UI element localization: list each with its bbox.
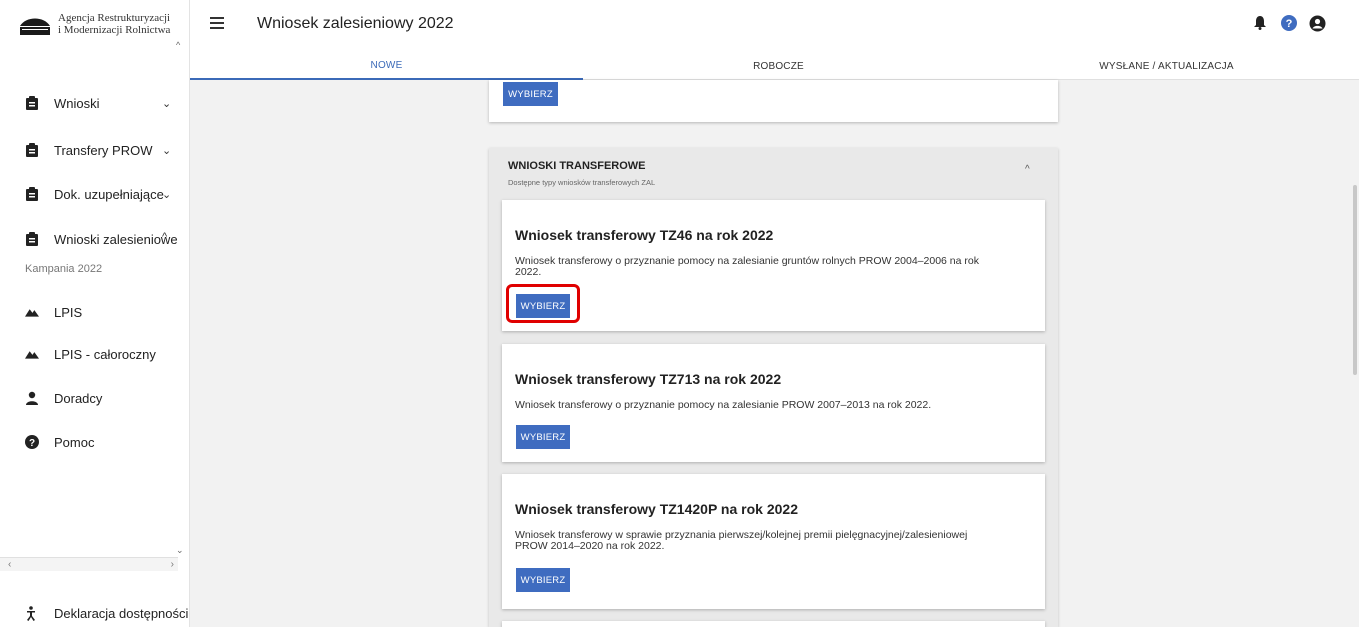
tab-robocze[interactable]: ROBOCZE xyxy=(583,52,974,80)
chevron-down-icon: ⌄ xyxy=(162,97,172,110)
card-description: Wniosek transferowy o przyznanie pomocy … xyxy=(515,256,1025,278)
sidebar-horizontal-scrollbar[interactable]: ‹ › xyxy=(0,557,178,571)
sidebar-item-label: LPIS xyxy=(54,304,83,320)
logo-line-1: Agencja Restrukturyzacji xyxy=(58,12,171,24)
card-tz713: Wniosek transferowy TZ713 na rok 2022 Wn… xyxy=(502,344,1045,462)
mountain-icon xyxy=(25,346,39,362)
main-scrollbar-thumb[interactable] xyxy=(1353,185,1357,375)
arimr-logo[interactable]: Agencja Restrukturyzacji i Modernizacji … xyxy=(18,12,170,36)
sidebar-scroll-down-icon[interactable]: ⌄ xyxy=(176,545,184,556)
svg-text:?: ? xyxy=(29,438,35,449)
clipboard-icon xyxy=(25,95,39,111)
sidebar-item-wnioski[interactable]: Wnioski ⌄ xyxy=(25,93,171,113)
logo-line-2: i Modernizacji Rolnictwa xyxy=(58,24,171,36)
sidebar-item-deklaracja-dostepnosci[interactable]: Deklaracja dostępności xyxy=(25,606,188,621)
card-title: Wniosek transferowy TZ46 na rok 2022 xyxy=(515,227,774,243)
previous-card: WYBIERZ xyxy=(489,80,1058,122)
help-circle-icon[interactable]: ? xyxy=(1280,14,1298,32)
sidebar-item-pomoc[interactable]: ? Pomoc xyxy=(25,432,94,452)
person-icon xyxy=(25,390,39,406)
clipboard-icon xyxy=(25,231,39,247)
tab-nowe[interactable]: NOWE xyxy=(190,52,583,80)
sidebar-item-label: Wnioski xyxy=(54,95,100,111)
card-description: Wniosek transferowy w sprawie przyznania… xyxy=(515,530,1025,552)
card-description-line-2: 2022. xyxy=(515,266,542,278)
footer-label: Deklaracja dostępności xyxy=(54,606,189,621)
sidebar-item-label: Doradcy xyxy=(54,390,103,406)
clipboard-icon xyxy=(25,186,39,202)
sidebar-item-lpis-caloroczny[interactable]: LPIS - całoroczny xyxy=(25,344,156,364)
sidebar-item-label: Pomoc xyxy=(54,434,95,450)
menu-icon[interactable] xyxy=(210,17,224,29)
wnioski-transferowe-panel: WNIOSKI TRANSFEROWE Dostępne typy wniosk… xyxy=(489,148,1058,627)
chevron-up-icon[interactable]: ^ xyxy=(1025,164,1030,175)
sidebar-subitem-kampania-2022[interactable]: Kampania 2022 xyxy=(25,263,102,275)
scroll-right-icon[interactable]: › xyxy=(171,559,174,570)
card-description-line-1: Wniosek transferowy o przyznanie pomocy … xyxy=(515,255,979,267)
card-title: Wniosek transferowy TZ713 na rok 2022 xyxy=(515,371,782,387)
panel-title: WNIOSKI TRANSFEROWE xyxy=(508,160,646,172)
help-icon: ? xyxy=(25,434,39,450)
card-description-line-2: PROW 2014–2020 na rok 2022. xyxy=(515,540,665,552)
svg-text:?: ? xyxy=(1286,18,1293,30)
wybierz-button[interactable]: WYBIERZ xyxy=(516,568,570,592)
panel-subtitle: Dostępne typy wniosków transferowych ZAL xyxy=(508,178,656,187)
chevron-down-icon: ⌄ xyxy=(162,188,172,201)
card-tz46: Wniosek transferowy TZ46 na rok 2022 Wni… xyxy=(502,200,1045,331)
clipboard-icon xyxy=(25,142,39,158)
card-description: Wniosek transferowy o przyznanie pomocy … xyxy=(515,399,932,411)
scroll-left-icon[interactable]: ‹ xyxy=(8,559,11,570)
card-title: Wniosek transferowy TZ1420P na rok 2022 xyxy=(515,501,798,517)
top-bar: Wniosek zalesieniowy 2022 ? xyxy=(190,0,1359,52)
sidebar-item-lpis[interactable]: LPIS xyxy=(25,302,82,322)
page-title: Wniosek zalesieniowy 2022 xyxy=(257,15,454,32)
chevron-down-icon: ⌄ xyxy=(162,144,172,157)
sidebar-item-label: LPIS - całoroczny xyxy=(54,346,156,362)
tabs-bar: NOWE ROBOCZE WYSŁANE / AKTUALIZACJA xyxy=(190,52,1359,80)
sidebar: Agencja Restrukturyzacji i Modernizacji … xyxy=(0,0,190,627)
arimr-logo-icon xyxy=(18,14,52,36)
wybierz-button[interactable]: WYBIERZ xyxy=(503,82,558,106)
sidebar-item-dok-uzupelniajace[interactable]: Dok. uzupełniające ⌄ xyxy=(25,184,171,204)
account-icon[interactable] xyxy=(1308,14,1326,32)
sidebar-item-label: Dok. uzupełniające xyxy=(54,186,164,202)
sidebar-item-label: Transfery PROW xyxy=(54,142,153,158)
card-next-partial xyxy=(502,621,1045,627)
sidebar-scroll-up-icon[interactable]: ^ xyxy=(176,40,180,50)
chevron-up-icon: ^ xyxy=(162,231,168,243)
card-tz1420p: Wniosek transferowy TZ1420P na rok 2022 … xyxy=(502,474,1045,609)
bell-icon[interactable] xyxy=(1251,14,1269,32)
mountain-icon xyxy=(25,304,39,320)
sidebar-item-doradcy[interactable]: Doradcy xyxy=(25,388,102,408)
wybierz-button[interactable]: WYBIERZ xyxy=(516,425,570,449)
sidebar-item-label: Wnioski zalesieniowe xyxy=(54,231,178,247)
accessibility-icon xyxy=(25,606,39,621)
highlight-annotation xyxy=(506,284,580,323)
sidebar-item-transfery-prow[interactable]: Transfery PROW ⌄ xyxy=(25,140,171,160)
tab-wyslane-aktualizacja[interactable]: WYSŁANE / AKTUALIZACJA xyxy=(974,52,1359,80)
sidebar-item-wnioski-zalesieniowe[interactable]: Wnioski zalesieniowe ^ xyxy=(25,229,178,249)
